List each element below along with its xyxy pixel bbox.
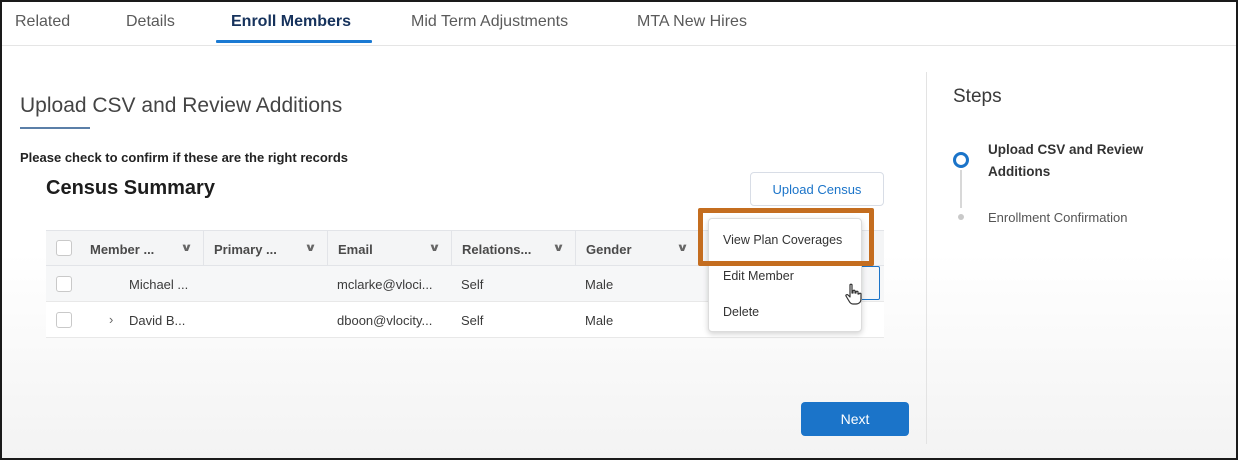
hand-pointer-icon (845, 283, 862, 305)
chevron-right-icon[interactable]: › (109, 312, 113, 327)
menu-item-view-plan-coverages[interactable]: View Plan Coverages (723, 233, 842, 247)
column-header-relationship[interactable]: Relations... ∨ (452, 231, 576, 267)
member-name-cell[interactable]: Michael ... (129, 266, 188, 302)
menu-item-delete[interactable]: Delete (723, 305, 759, 319)
gender-cell: Male (585, 312, 614, 328)
pending-step-icon (958, 214, 964, 220)
email-cell: dboon@vlocity... (337, 312, 433, 328)
steps-title: Steps (953, 86, 1002, 107)
active-tab-indicator (216, 40, 372, 43)
app-frame: Related Details Enroll Members Mid Term … (0, 0, 1238, 460)
column-header-gender[interactable]: Gender ∨ (576, 231, 700, 267)
menu-item-edit-member[interactable]: Edit Member (723, 269, 794, 283)
step-enrollment-confirmation: Enrollment Confirmation (988, 210, 1128, 225)
section-title: Upload CSV and Review Additions (20, 94, 343, 117)
tab-details[interactable]: Details (126, 13, 175, 31)
column-header-label: Email (338, 241, 373, 257)
column-header-label: Member ... (90, 241, 155, 257)
column-header-member[interactable]: Member ... ∨ (80, 231, 204, 267)
select-all-checkbox[interactable] (56, 240, 72, 256)
upload-census-button[interactable]: Upload Census (750, 172, 884, 206)
column-header-email[interactable]: Email ∨ (328, 231, 452, 267)
chevron-down-icon[interactable]: ∨ (676, 241, 689, 254)
row-actions-menu: View Plan Coverages Edit Member Delete (708, 218, 862, 332)
member-name-cell[interactable]: David B... (129, 302, 185, 338)
tab-bar: Related Details Enroll Members Mid Term … (2, 2, 1236, 46)
column-header-label: Gender (586, 241, 632, 257)
section-title-underline (20, 127, 90, 129)
relationship-cell: Self (461, 312, 484, 328)
tab-mta-new-hires[interactable]: MTA New Hires (637, 13, 747, 31)
tab-mid-term-adjustments[interactable]: Mid Term Adjustments (411, 13, 568, 31)
tab-enroll-members[interactable]: Enroll Members (231, 13, 351, 31)
step-upload-csv: Upload CSV and Review Additions (988, 142, 1144, 179)
email-cell: mclarke@vloci... (337, 276, 433, 292)
column-header-label: Relations... (462, 241, 532, 257)
tab-related[interactable]: Related (15, 13, 70, 31)
row-checkbox[interactable] (56, 312, 72, 328)
census-summary-title: Census Summary (46, 177, 215, 199)
relationship-cell: Self (461, 276, 484, 292)
chevron-down-icon[interactable]: ∨ (552, 241, 565, 254)
chevron-down-icon[interactable]: ∨ (428, 241, 441, 254)
confirm-instruction: Please check to confirm if these are the… (20, 150, 349, 165)
row-checkbox[interactable] (56, 276, 72, 292)
gender-cell: Male (585, 276, 614, 292)
next-button[interactable]: Next (801, 402, 909, 436)
column-header-primary[interactable]: Primary ... ∨ (204, 231, 328, 267)
chevron-down-icon[interactable]: ∨ (180, 241, 193, 254)
step-connector (960, 170, 962, 208)
current-step-icon (953, 152, 969, 168)
chevron-down-icon[interactable]: ∨ (304, 241, 317, 254)
column-header-label: Primary ... (214, 241, 277, 257)
panel-divider (926, 72, 927, 444)
